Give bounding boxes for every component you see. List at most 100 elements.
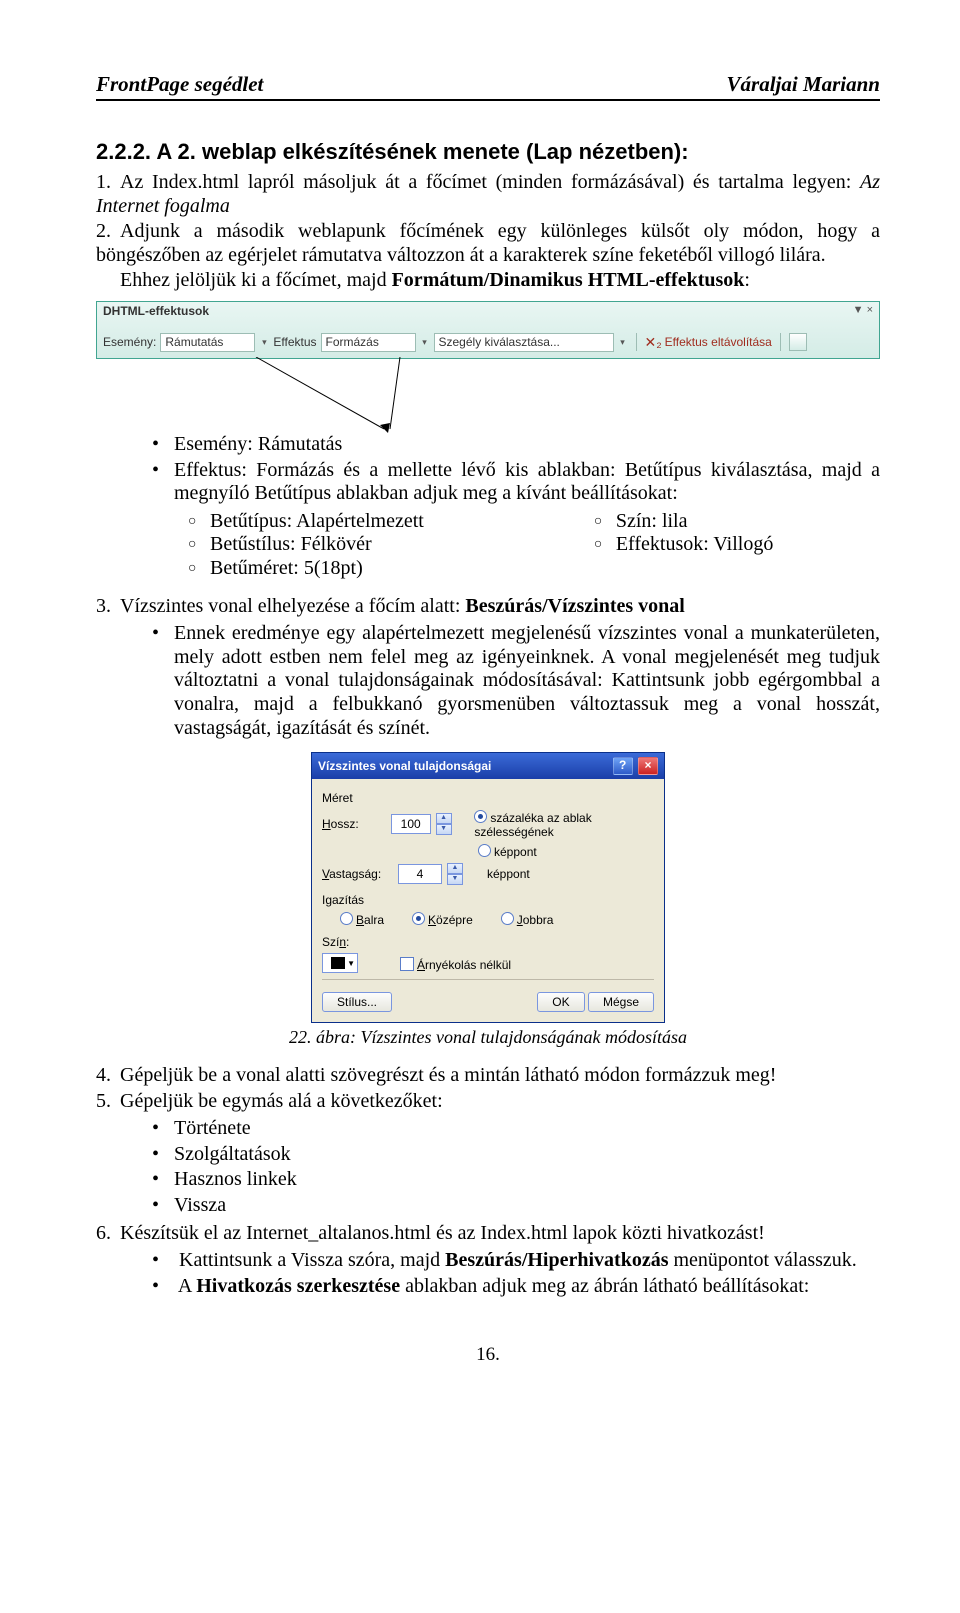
toolbar-esemeny-dd-icon[interactable]: ▾ bbox=[259, 337, 269, 348]
group-szin: Szín: bbox=[322, 935, 654, 949]
toolbar-esemeny-field[interactable]: Rámutatás bbox=[160, 333, 255, 352]
list-item: Vissza bbox=[152, 1194, 880, 1218]
toolbar-title: DHTML-effektusok bbox=[103, 304, 209, 318]
list-item: Effektusok: Villogó bbox=[594, 533, 774, 557]
step-1: 1.Az Index.html lapról másoljuk át a főc… bbox=[96, 171, 880, 218]
toolbar-explain-list: Esemény: Rámutatás Effektus: Formázás és… bbox=[152, 433, 880, 506]
step-2-p2: Ehhez jelöljük ki a főcímet, majd Formát… bbox=[120, 269, 880, 293]
toolbar-highlight-icon[interactable] bbox=[789, 333, 807, 351]
section-heading: 2.2.2. A 2. weblap elkészítésének menete… bbox=[96, 139, 880, 165]
toolbar-remove-label: Effektus eltávolítása bbox=[665, 335, 772, 349]
list-item: Betűtípus: Alapértelmezett bbox=[188, 510, 424, 534]
list-item: A Hivatkozás szerkesztése ablakban adjuk… bbox=[152, 1275, 880, 1299]
dhtml-toolbar: DHTML-effektusok ▼ × Esemény: Rámutatás … bbox=[96, 301, 880, 359]
checkbox-arnyekolas[interactable] bbox=[400, 957, 414, 971]
color-swatch[interactable]: ▼ bbox=[322, 953, 358, 973]
step-2-num: 2. bbox=[96, 220, 120, 244]
radio-keppont-label: képpont bbox=[494, 845, 537, 859]
step6-b2-c: ablakban adjuk meg az ábrán látható beál… bbox=[400, 1275, 809, 1297]
radio-szazalek[interactable] bbox=[474, 810, 487, 823]
remove-x-icon: ✕₂ bbox=[645, 334, 662, 351]
toolbar-effektus-dd-icon[interactable]: ▾ bbox=[420, 337, 430, 348]
radio-jobbra[interactable] bbox=[501, 912, 514, 925]
list-item: Effektus: Formázás és a mellette lévő ki… bbox=[152, 459, 880, 506]
dialog-title: Vízszintes vonal tulajdonságai bbox=[318, 759, 491, 773]
radio-kozepre[interactable] bbox=[412, 912, 425, 925]
page-number: 16. bbox=[96, 1344, 880, 1366]
cancel-button[interactable]: Mégse bbox=[588, 992, 654, 1012]
hossz-input[interactable]: 100 bbox=[391, 814, 431, 834]
toolbar-arrows bbox=[96, 359, 880, 429]
toolbar-separator bbox=[636, 333, 637, 351]
list-item: Szín: lila bbox=[594, 510, 774, 534]
list-item: Hasznos linkek bbox=[152, 1168, 880, 1192]
step-6-num: 6. bbox=[96, 1222, 120, 1246]
step-4-text: Gépeljük be a vonal alatti szövegrészt é… bbox=[120, 1064, 776, 1086]
step-6-text: Készítsük el az Internet_altalanos.html … bbox=[120, 1222, 765, 1244]
toolbar-effektus-field[interactable]: Formázás bbox=[321, 333, 416, 352]
list-item: Betűméret: 5(18pt) bbox=[188, 557, 424, 581]
step-2-p1: Adjunk a második weblapunk főcímének egy… bbox=[96, 220, 880, 266]
step-3-bold: Beszúrás/Vízszintes vonal bbox=[465, 595, 684, 617]
step-5: 5.Gépeljük be egymás alá a következőket: bbox=[96, 1090, 880, 1114]
step-3-num: 3. bbox=[96, 595, 120, 619]
toolbar-close-icon[interactable]: ▼ × bbox=[853, 304, 873, 316]
hossz-label: HHossz:ossz: bbox=[322, 817, 385, 831]
sub-settings: Betűtípus: Alapértelmezett Betűstílus: F… bbox=[188, 510, 880, 581]
checkbox-arnyekolas-label: Árnyékolás nélkül bbox=[417, 958, 511, 972]
dialog-separator bbox=[322, 979, 654, 980]
step-5-text: Gépeljük be egymás alá a következőket: bbox=[120, 1090, 443, 1112]
step-1-lead: Az Index.html lapról másoljuk át a főcím… bbox=[120, 171, 860, 193]
dhtml-toolbar-figure: DHTML-effektusok ▼ × Esemény: Rámutatás … bbox=[96, 301, 880, 429]
toolbar-szegely-field[interactable]: Szegély kiválasztása... bbox=[434, 333, 614, 352]
dialog-close-icon[interactable]: × bbox=[638, 757, 658, 775]
header-right: Váraljai Mariann bbox=[727, 72, 880, 97]
step-5-list: Története Szolgáltatások Hasznos linkek … bbox=[152, 1117, 880, 1217]
step-3: 3.Vízszintes vonal elhelyezése a főcím a… bbox=[96, 595, 880, 619]
step6-b1-b: Beszúrás/Hiperhivatkozás bbox=[445, 1249, 668, 1271]
stilus-button[interactable]: Stílus... bbox=[322, 992, 392, 1012]
toolbar-separator-2 bbox=[780, 333, 781, 351]
radio-jobbra-label: Jobbra bbox=[517, 913, 554, 927]
step-3-lead: Vízszintes vonal elhelyezése a főcím ala… bbox=[120, 595, 465, 617]
step-2: 2.Adjunk a második weblapunk főcímének e… bbox=[96, 220, 880, 267]
header-left: FrontPage segédlet bbox=[96, 72, 263, 97]
step-6: 6.Készítsük el az Internet_altalanos.htm… bbox=[96, 1222, 880, 1246]
radio-balra-label: Balra bbox=[356, 913, 384, 927]
dialog-help-icon[interactable]: ? bbox=[613, 757, 633, 775]
step6-b2-b: Hivatkozás szerkesztése bbox=[196, 1275, 400, 1297]
vastagsag-unit: képpont bbox=[487, 867, 530, 881]
ok-button[interactable]: OK bbox=[537, 992, 584, 1012]
radio-szazalek-label: százaléka az ablak szélességének bbox=[474, 811, 591, 839]
step-2-p2-lead: Ehhez jelöljük ki a főcímet, majd bbox=[120, 269, 392, 291]
step6-b1-c: menüpontot válasszuk. bbox=[669, 1249, 857, 1271]
page-header: FrontPage segédlet Váraljai Mariann bbox=[96, 72, 880, 101]
list-item: Betűstílus: Félkövér bbox=[188, 533, 424, 557]
toolbar-szegely-dd-icon[interactable]: ▾ bbox=[618, 337, 628, 348]
radio-balra[interactable] bbox=[340, 912, 353, 925]
toolbar-esemeny-label: Esemény: bbox=[103, 335, 156, 349]
step-2-p2-bold: Formátum/Dinamikus HTML-effektusok bbox=[392, 269, 745, 291]
list-item: Szolgáltatások bbox=[152, 1143, 880, 1167]
step-6-list: Kattintsunk a Vissza szóra, majd Beszúrá… bbox=[152, 1249, 880, 1298]
group-igazitas: Igazítás bbox=[322, 893, 654, 907]
step-5-num: 5. bbox=[96, 1090, 120, 1114]
group-meret: Méret bbox=[322, 791, 654, 805]
radio-kozepre-label: Középre bbox=[428, 913, 473, 927]
radio-keppont[interactable] bbox=[478, 844, 491, 857]
list-item: Kattintsunk a Vissza szóra, majd Beszúrá… bbox=[152, 1249, 880, 1273]
step-3-bullets: Ennek eredménye egy alapértelmezett megj… bbox=[152, 622, 880, 740]
hossz-spinner[interactable]: ▲▼ bbox=[436, 813, 452, 835]
step-2-p2-tail: : bbox=[744, 269, 750, 291]
dialog-figure: Vízszintes vonal tulajdonságai ? × Méret… bbox=[96, 752, 880, 1023]
vastagsag-input[interactable]: 4 bbox=[398, 864, 442, 884]
step6-b2-a: A bbox=[178, 1275, 196, 1297]
step-4-num: 4. bbox=[96, 1064, 120, 1088]
vastagsag-spinner[interactable]: ▲▼ bbox=[447, 863, 463, 885]
toolbar-remove-button[interactable]: ✕₂ Effektus eltávolítása bbox=[645, 334, 772, 351]
list-item: Ennek eredménye egy alapértelmezett megj… bbox=[152, 622, 880, 740]
step6-b1-a: Kattintsunk a Vissza szóra, majd bbox=[179, 1249, 445, 1271]
step-4: 4.Gépeljük be a vonal alatti szövegrészt… bbox=[96, 1064, 880, 1088]
figure-caption: 22. ábra: Vízszintes vonal tulajdonságán… bbox=[96, 1027, 880, 1048]
vastagsag-label: Vastagság: bbox=[322, 867, 392, 881]
